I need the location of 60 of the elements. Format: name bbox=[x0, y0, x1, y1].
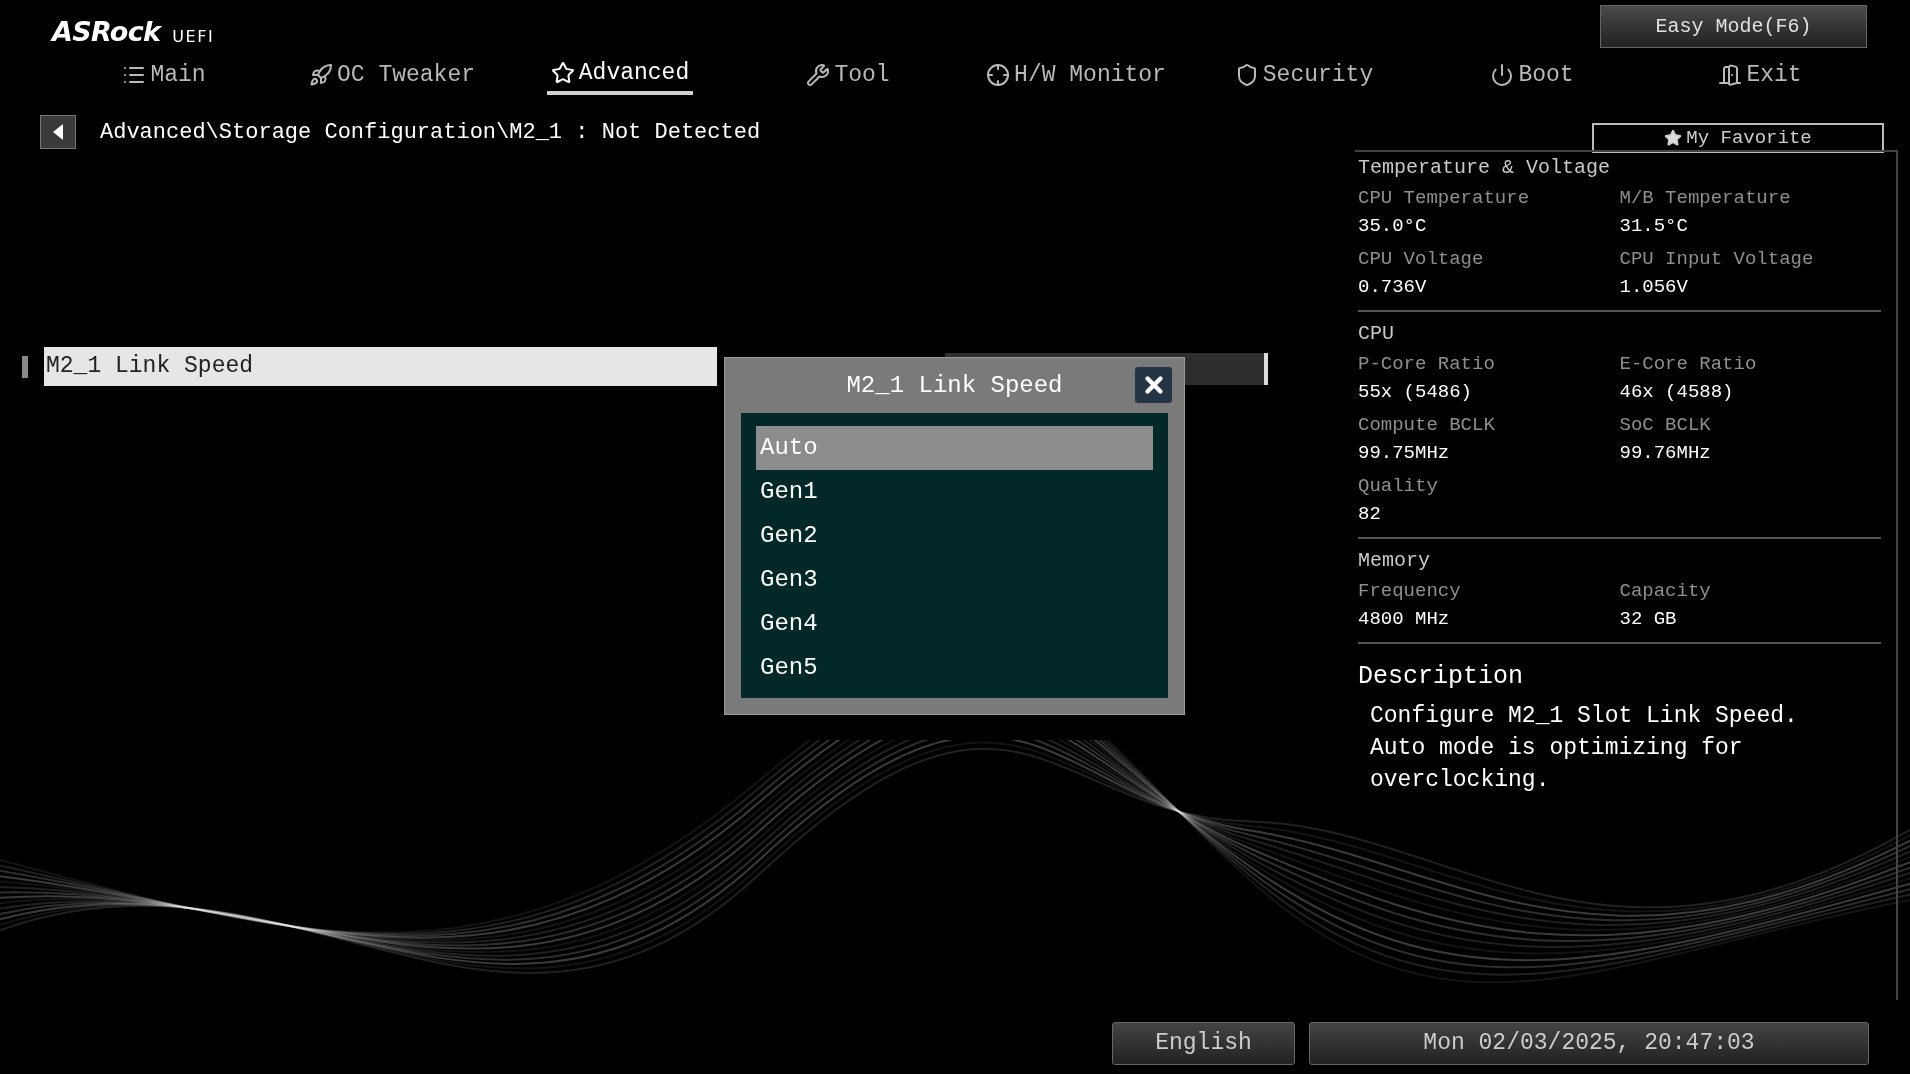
nav-tab[interactable]: Boot bbox=[1486, 55, 1578, 95]
power-icon bbox=[1490, 63, 1515, 87]
stat-value: 31.5°C bbox=[1619, 214, 1689, 239]
section-title: CPU bbox=[1358, 321, 1395, 347]
stat-value: 32 GB bbox=[1619, 607, 1678, 632]
stat-label: CPU Temperature bbox=[1358, 186, 1531, 211]
row-marker bbox=[22, 355, 28, 378]
my-favorite-button[interactable]: My Favorite bbox=[1592, 123, 1884, 153]
stat-label: Quality bbox=[1358, 474, 1439, 499]
nav-tab[interactable]: Advanced bbox=[546, 55, 694, 95]
stat-label: CPU Input Voltage bbox=[1619, 247, 1815, 272]
uefi-label: UEFI bbox=[172, 29, 215, 45]
easy-mode-button[interactable]: Easy Mode(F6) bbox=[1600, 5, 1867, 48]
stat-label: Capacity bbox=[1619, 579, 1712, 604]
stat-value: 35.0°C bbox=[1358, 214, 1428, 239]
stat-label: CPU Voltage bbox=[1358, 247, 1485, 272]
stat-value: 55x (5486) bbox=[1358, 380, 1474, 405]
stat-label: SoC BCLK bbox=[1619, 413, 1712, 438]
option-item[interactable]: Gen2 bbox=[756, 514, 1153, 558]
star-icon bbox=[550, 61, 575, 85]
stat-value: 99.75MHz bbox=[1358, 441, 1451, 466]
description-text: Configure M2_1 Slot Link Speed. Auto mode is optimizing for overclocking. bbox=[1369, 701, 1799, 795]
breadcrumb-path: Advanced\Storage Configuration\M2_1 : Not Detected bbox=[100, 118, 761, 147]
section-title: Memory bbox=[1358, 548, 1431, 574]
stat-label: P-Core Ratio bbox=[1358, 352, 1496, 377]
stat-label: Frequency bbox=[1358, 579, 1462, 604]
stat-value: 82 bbox=[1358, 502, 1382, 527]
nav-tab[interactable]: Exit bbox=[1714, 55, 1806, 95]
brand-logo: ASRock bbox=[52, 18, 161, 45]
door-icon bbox=[1718, 63, 1743, 87]
close-button[interactable] bbox=[1135, 367, 1172, 403]
wrench-icon bbox=[806, 63, 831, 87]
crosshair-icon bbox=[986, 63, 1011, 87]
description-title: Description bbox=[1358, 661, 1525, 693]
stat-label: Compute BCLK bbox=[1358, 413, 1496, 438]
nav-tab[interactable]: H/W Monitor bbox=[982, 55, 1170, 95]
nav-tab[interactable]: Security bbox=[1230, 55, 1378, 95]
popup-title: M2_1 Link Speed bbox=[846, 370, 1063, 401]
back-arrow-icon bbox=[51, 123, 65, 141]
back-button[interactable] bbox=[40, 115, 76, 149]
rocket-icon bbox=[309, 63, 333, 87]
nav-tab[interactable]: Tool bbox=[802, 55, 894, 95]
date-time-display: Mon 02/03/2025, 20:47:03 bbox=[1309, 1022, 1869, 1065]
nav-tab[interactable]: OC Tweaker bbox=[305, 55, 479, 95]
stat-label: E-Core Ratio bbox=[1619, 352, 1758, 377]
star-icon bbox=[1664, 129, 1683, 147]
stat-label: M/B Temperature bbox=[1619, 186, 1792, 211]
nav-tab[interactable]: Main bbox=[118, 55, 210, 95]
stat-value: 1.056V bbox=[1619, 275, 1689, 300]
stat-value: 46x (4588) bbox=[1619, 380, 1735, 405]
stat-value: 99.76MHz bbox=[1619, 441, 1712, 466]
option-item[interactable]: Gen1 bbox=[756, 470, 1153, 514]
language-button[interactable]: English bbox=[1112, 1022, 1295, 1065]
stat-value: 4800 MHz bbox=[1358, 607, 1451, 632]
section-title: Temperature & Voltage bbox=[1358, 155, 1612, 181]
setting-row[interactable]: M2_1 Link Speed bbox=[44, 347, 717, 386]
stat-value: 0.736V bbox=[1358, 275, 1428, 300]
option-item[interactable]: Gen4 bbox=[756, 602, 1153, 646]
option-item[interactable]: Gen5 bbox=[756, 646, 1153, 690]
option-item[interactable]: Gen3 bbox=[756, 558, 1153, 602]
